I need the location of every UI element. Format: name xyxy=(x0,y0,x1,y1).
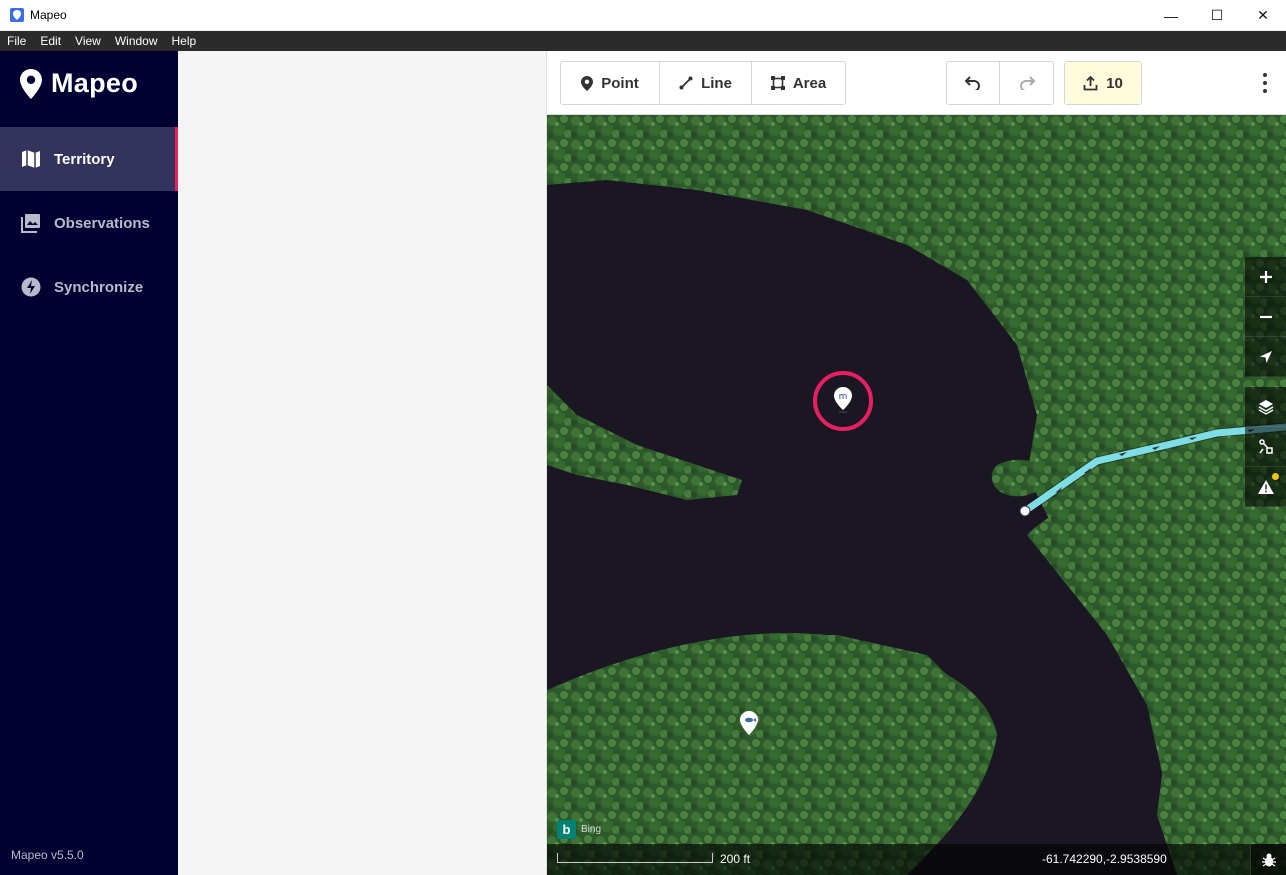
maximize-button[interactable]: ☐ xyxy=(1194,0,1240,31)
bug-icon xyxy=(1261,853,1276,867)
sidebar: Mapeo Territory Observations Synchronize… xyxy=(0,51,178,875)
more-options-icon[interactable] xyxy=(1262,73,1268,93)
logo-text: Mapeo xyxy=(51,68,139,98)
photos-icon xyxy=(20,212,42,234)
selected-observation-marker[interactable]: m xyxy=(813,371,873,431)
navigation-arrow-icon xyxy=(1259,350,1272,363)
upload-icon xyxy=(1083,75,1098,90)
plus-icon xyxy=(1259,270,1272,283)
issues-button[interactable] xyxy=(1245,467,1286,507)
close-button[interactable]: ✕ xyxy=(1240,0,1286,31)
sidebar-item-territory[interactable]: Territory xyxy=(0,127,178,191)
scale-label: 200 ft xyxy=(720,852,751,866)
menu-view[interactable]: View xyxy=(68,34,108,48)
window-titlebar: Mapeo — ☐ ✕ xyxy=(0,0,1286,31)
minus-icon xyxy=(1259,315,1272,318)
zoom-in-button[interactable] xyxy=(1245,257,1286,297)
map-footer: 200 ft -61.742290,-2.9538590 xyxy=(547,844,1286,875)
app-logo: Mapeo xyxy=(20,68,138,99)
map-data-button[interactable] xyxy=(1245,427,1286,467)
add-line-button[interactable]: Line xyxy=(660,62,752,104)
app-version: Mapeo v5.5.0 xyxy=(11,848,84,862)
zoom-out-button[interactable] xyxy=(1245,297,1286,337)
satellite-imagery xyxy=(547,115,1286,875)
undo-button[interactable] xyxy=(947,62,1000,104)
layers-button[interactable] xyxy=(1245,387,1286,427)
bolt-icon xyxy=(20,276,42,298)
add-point-button[interactable]: Point xyxy=(561,62,660,104)
sidebar-item-synchronize[interactable]: Synchronize xyxy=(0,255,178,319)
scale-bar xyxy=(557,853,713,863)
upload-group: 10 xyxy=(1064,61,1142,105)
menu-help[interactable]: Help xyxy=(165,34,204,48)
minimize-button[interactable]: — xyxy=(1148,0,1194,31)
app-icon xyxy=(10,8,24,22)
bing-logo-icon: b xyxy=(557,820,576,839)
content-panel xyxy=(178,51,547,875)
warning-icon xyxy=(1257,479,1274,494)
sidebar-item-observations[interactable]: Observations xyxy=(0,191,178,255)
area-icon xyxy=(770,76,785,90)
location-pin-icon xyxy=(20,68,42,99)
observation-marker[interactable] xyxy=(740,711,758,735)
geolocate-button[interactable] xyxy=(1245,337,1286,377)
issue-indicator-dot xyxy=(1272,473,1279,480)
map-controls xyxy=(1245,257,1286,507)
map-data-icon xyxy=(1258,438,1273,454)
history-group xyxy=(946,61,1054,105)
undo-icon xyxy=(965,76,980,90)
map-region: Point Line Area 10 m b Bing 200 ft -61.7… xyxy=(547,51,1286,875)
line-icon xyxy=(679,76,693,90)
upload-button[interactable]: 10 xyxy=(1065,62,1141,104)
map-canvas[interactable]: m b Bing 200 ft -61.742290,-2.9538590 xyxy=(547,115,1286,875)
report-bug-button[interactable] xyxy=(1250,844,1286,875)
coordinates-readout: -61.742290,-2.9538590 xyxy=(1042,852,1167,866)
bing-attribution[interactable]: b Bing xyxy=(557,820,601,839)
menu-edit[interactable]: Edit xyxy=(33,34,68,48)
menu-bar: File Edit View Window Help xyxy=(0,31,1286,51)
point-icon xyxy=(581,75,594,91)
menu-file[interactable]: File xyxy=(0,34,33,48)
layers-icon xyxy=(1258,399,1273,415)
redo-icon xyxy=(1019,76,1035,90)
svg-text:m: m xyxy=(839,392,848,402)
map-icon xyxy=(20,148,42,170)
add-feature-group: Point Line Area xyxy=(560,61,846,105)
add-area-button[interactable]: Area xyxy=(752,62,845,104)
map-toolbar: Point Line Area 10 xyxy=(547,51,1286,115)
redo-button[interactable] xyxy=(1000,62,1053,104)
menu-window[interactable]: Window xyxy=(108,34,165,48)
window-title: Mapeo xyxy=(30,8,67,22)
